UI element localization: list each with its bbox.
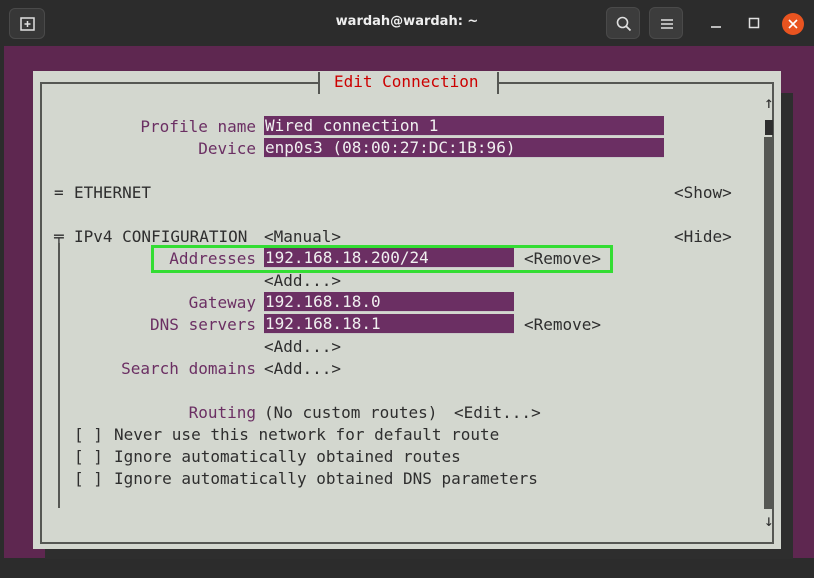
ipv4-section-label: IPv4 CONFIGURATION [74, 227, 248, 246]
dns-servers-label: DNS servers [150, 315, 256, 334]
dialog-title-right-bar [497, 72, 499, 94]
never-default-route-checkbox[interactable]: [ ] [74, 425, 103, 445]
window-title: wardah@wardah: ~ [335, 14, 479, 29]
profile-name-label: Profile name [140, 117, 256, 136]
window-titlebar: wardah@wardah: ~ [0, 0, 814, 46]
scroll-down-arrow[interactable]: ↓ [764, 511, 774, 531]
dialog-shadow-bottom [45, 549, 793, 559]
dns-add-button[interactable]: <Add...> [264, 337, 341, 357]
dialog-title: Edit Connection [334, 72, 479, 91]
dns-remove-button[interactable]: <Remove> [524, 315, 601, 335]
search-icon [616, 16, 632, 32]
dns-server-field[interactable]: 192.168.18.1 [264, 314, 514, 334]
scrollbar-track[interactable] [764, 137, 774, 509]
ignore-dns-label: Ignore automatically obtained DNS parame… [114, 469, 538, 488]
scrollbar-thumb[interactable] [765, 120, 773, 135]
ignore-routes-checkbox[interactable]: [ ] [74, 447, 103, 467]
terminal-bottom-edge [0, 558, 814, 578]
maximize-button[interactable] [744, 13, 764, 33]
terminal-left-edge [0, 46, 4, 578]
ethernet-section-label: ETHERNET [74, 183, 152, 202]
ignore-dns-checkbox[interactable]: [ ] [74, 469, 103, 489]
never-default-route-label: Never use this network for default route [114, 425, 500, 444]
ignore-routes-label: Ignore automatically obtained routes [114, 447, 461, 466]
menu-button[interactable] [649, 7, 683, 39]
profile-name-field[interactable]: Wired connection 1 [264, 116, 664, 136]
search-button[interactable] [606, 7, 640, 39]
maximize-icon [744, 13, 764, 33]
minimize-button[interactable] [706, 13, 726, 33]
search-domains-label: Search domains [121, 359, 256, 378]
hamburger-menu-icon [660, 17, 674, 31]
ipv4-hide-button[interactable]: <Hide> [674, 227, 732, 247]
search-domains-add-button[interactable]: <Add...> [264, 359, 341, 379]
gateway-label: Gateway [188, 293, 256, 312]
minimize-icon [706, 13, 726, 33]
ipv4-section-line [58, 243, 60, 508]
ipv4-method-dropdown[interactable]: <Manual> [264, 227, 341, 247]
close-button[interactable] [782, 13, 804, 35]
device-field[interactable]: enp0s3 (08:00:27:DC:1B:96) [264, 138, 664, 158]
gateway-field[interactable]: 192.168.18.0 [264, 292, 514, 312]
scroll-up-arrow[interactable]: ↑ [764, 93, 774, 113]
ethernet-section-marker: = [54, 183, 64, 202]
routing-edit-button[interactable]: <Edit...> [454, 403, 541, 423]
dialog-title-left-bar [318, 72, 320, 94]
routing-label: Routing [188, 403, 256, 422]
addresses-highlight-box [151, 245, 613, 273]
dialog-shadow-right [781, 93, 793, 549]
close-icon [787, 18, 799, 30]
ethernet-show-button[interactable]: <Show> [674, 183, 732, 203]
address-add-button[interactable]: <Add...> [264, 271, 341, 291]
device-label: Device [198, 139, 256, 158]
routing-value: (No custom routes) [264, 403, 438, 422]
